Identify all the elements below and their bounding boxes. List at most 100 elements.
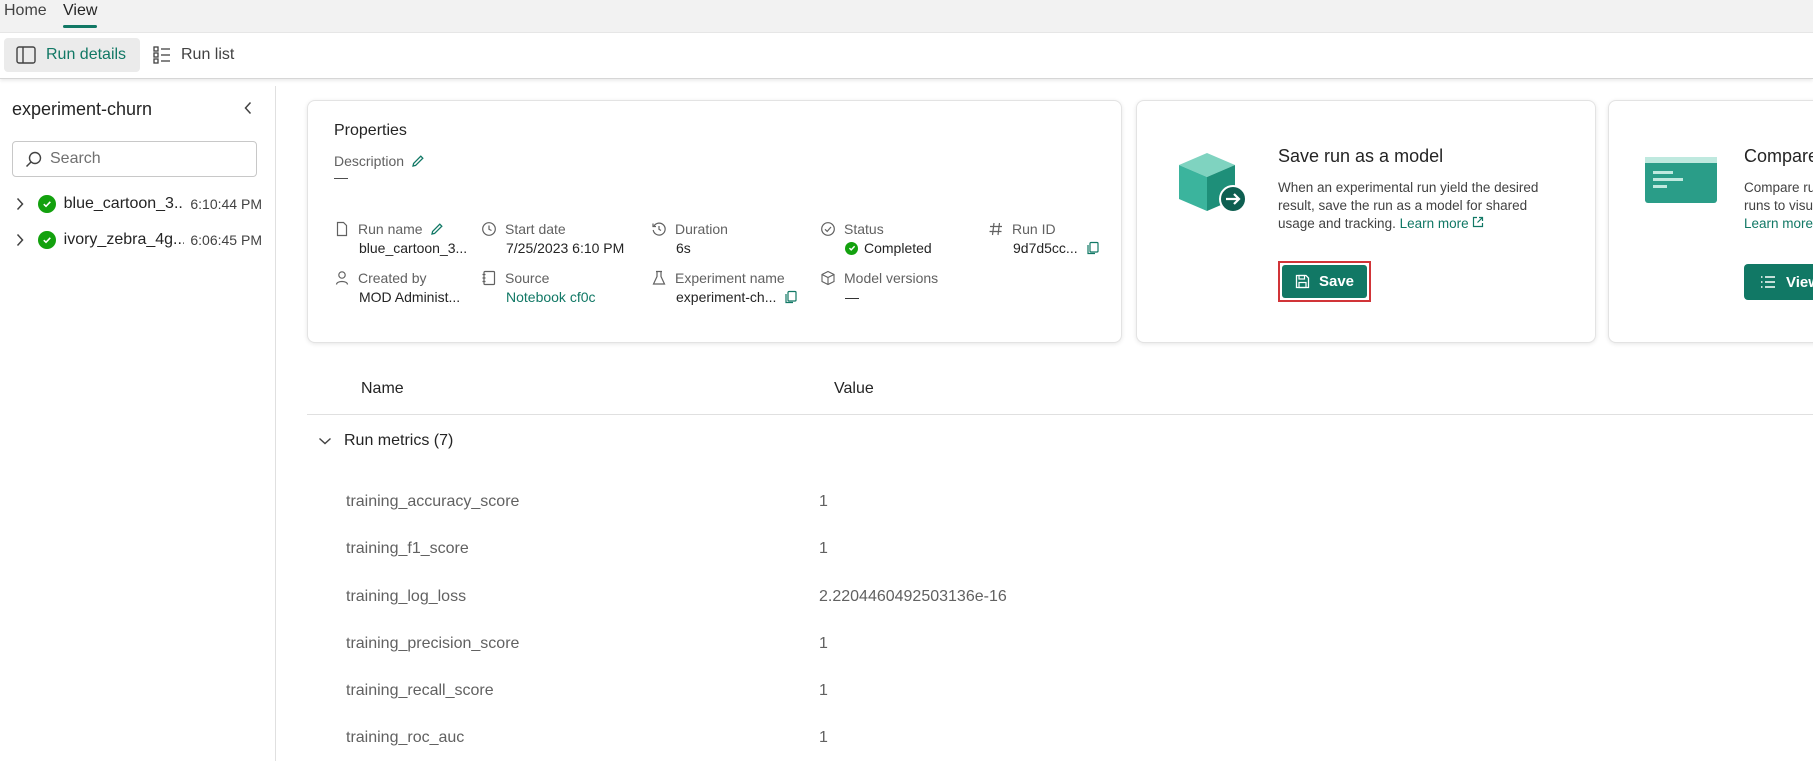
chevron-right-icon[interactable]: [12, 232, 28, 248]
properties-title: Properties: [334, 122, 407, 139]
run-item[interactable]: ivory_zebra_4g... 6:06:45 PM: [12, 226, 262, 254]
clock-icon: [482, 222, 496, 236]
metric-name: training_roc_auc: [346, 729, 465, 746]
run-metrics-group[interactable]: Run metrics (7): [318, 432, 453, 450]
edit-pencil-icon[interactable]: [430, 222, 444, 236]
start-date-label: Start date: [505, 221, 566, 237]
view-button-label: View: [1786, 273, 1813, 291]
name-column-header[interactable]: Name: [361, 380, 404, 398]
created-by-value: MOD Administ...: [359, 289, 461, 305]
experiment-title: experiment-churn: [12, 99, 153, 119]
save-button[interactable]: Save: [1282, 265, 1367, 298]
save-card-description: When an experimental run yield the desir…: [1278, 179, 1548, 233]
run-details-label: Run details: [46, 46, 127, 63]
status-property: Status Completed: [820, 219, 932, 257]
source-link[interactable]: Notebook cf0c: [481, 288, 596, 306]
created-by-label: Created by: [358, 270, 427, 286]
metric-value: 1: [819, 540, 828, 557]
success-check-icon: [37, 195, 56, 213]
duration-label: Duration: [675, 221, 728, 237]
run-time: 6:10:44 PM: [190, 196, 262, 212]
chevron-right-icon[interactable]: [12, 196, 28, 212]
copy-icon[interactable]: [1086, 241, 1100, 255]
learn-more-link[interactable]: Learn more: [1400, 216, 1485, 231]
experiment-name-property: Experiment name experiment-ch...: [651, 268, 798, 306]
list-icon: [1761, 276, 1775, 288]
save-card-title: Save run as a model: [1278, 146, 1444, 166]
table-row: training_f1_score 1: [307, 526, 1813, 573]
view-button[interactable]: View: [1744, 264, 1813, 300]
history-icon: [652, 222, 666, 236]
metric-name: training_log_loss: [346, 588, 467, 605]
person-icon: [335, 271, 349, 285]
tab-view[interactable]: View: [63, 2, 98, 28]
run-list-button[interactable]: Run list: [141, 38, 248, 72]
run-name-value: blue_cartoon_3...: [359, 240, 468, 256]
beaker-icon: [652, 270, 666, 285]
save-model-card: Save run as a model When an experimental…: [1136, 100, 1596, 343]
created-by-property: Created by MOD Administ...: [334, 268, 460, 306]
table-row: training_log_loss 2.2204460492503136e-16: [307, 574, 1813, 621]
table-row: training_roc_auc 1: [307, 715, 1813, 761]
status-label: Status: [844, 221, 884, 237]
model-versions-value: —: [845, 289, 859, 305]
experiment-name-label: Experiment name: [675, 270, 785, 286]
run-item[interactable]: blue_cartoon_3... 6:10:44 PM: [12, 190, 262, 218]
metric-name: training_precision_score: [346, 635, 520, 652]
run-id-property: Run ID 9d7d5cc...: [988, 219, 1100, 257]
start-date-property: Start date 7/25/2023 6:10 PM: [481, 219, 624, 257]
notebook-icon: [482, 270, 496, 286]
learn-more-text: Learn more: [1399, 216, 1469, 231]
metric-value: 1: [819, 682, 828, 699]
search-input[interactable]: [50, 150, 250, 168]
model-cube-icon: [821, 270, 835, 286]
model-cube-illustration-icon: [1179, 153, 1247, 213]
run-list-label: Run list: [181, 46, 235, 63]
copy-icon[interactable]: [784, 290, 798, 304]
status-icon: [821, 222, 835, 236]
metric-value: 1: [819, 635, 828, 652]
chevron-left-icon: [244, 101, 252, 115]
duration-property: Duration 6s: [651, 219, 728, 257]
hashtag-icon: [989, 222, 1002, 236]
metric-value: 1: [819, 729, 828, 746]
search-box: [12, 141, 257, 177]
duration-value: 6s: [676, 240, 691, 256]
search-icon: [25, 151, 42, 167]
tab-home[interactable]: Home: [4, 2, 47, 20]
save-button-highlight: Save: [1278, 261, 1371, 302]
experiment-name-text: experiment-ch...: [676, 289, 777, 305]
success-check-icon: [37, 231, 56, 249]
document-icon: [336, 221, 348, 237]
table-row: training_precision_score 1: [307, 621, 1813, 668]
run-name: ivory_zebra_4g...: [63, 231, 185, 248]
run-name-label: Run name: [358, 221, 423, 237]
runs-sidebar: experiment-churn blue_cartoon_3... 6:10:…: [0, 86, 276, 761]
metric-value: 2.2204460492503136e-16: [819, 588, 1007, 605]
run-id-text: 9d7d5cc...: [1013, 240, 1078, 256]
collapse-sidebar-button[interactable]: [238, 98, 258, 118]
run-details-button[interactable]: Run details: [4, 38, 141, 72]
compare-illustration-icon: [1645, 157, 1717, 203]
metric-name: training_recall_score: [346, 682, 494, 699]
properties-card: Properties Description — Run name blue_c…: [307, 100, 1122, 343]
compare-card-description: Compare ru runs to visu Learn more: [1744, 179, 1813, 233]
model-versions-property: Model versions —: [820, 268, 938, 306]
run-id-label: Run ID: [1012, 221, 1056, 237]
value-column-header[interactable]: Value: [834, 380, 874, 398]
ribbon: Run details Run list: [0, 33, 1813, 79]
run-name-property: Run name blue_cartoon_3...: [334, 219, 467, 257]
run-metrics-label: Run metrics (7): [344, 432, 454, 449]
source-property: Source Notebook cf0c: [481, 268, 596, 306]
table-row: training_recall_score 1: [307, 668, 1813, 715]
metric-name: training_f1_score: [346, 540, 469, 557]
compare-desc-line-1: Compare ru: [1744, 180, 1813, 195]
list-icon: [153, 46, 170, 64]
edit-pencil-icon[interactable]: [411, 154, 425, 168]
description-value: —: [334, 169, 348, 185]
status-value: Completed: [820, 239, 932, 257]
start-date-value: 7/25/2023 6:10 PM: [506, 240, 625, 256]
model-versions-label: Model versions: [844, 270, 939, 286]
compare-learn-more-link[interactable]: Learn more: [1744, 215, 1813, 233]
description-label: Description: [334, 153, 425, 169]
